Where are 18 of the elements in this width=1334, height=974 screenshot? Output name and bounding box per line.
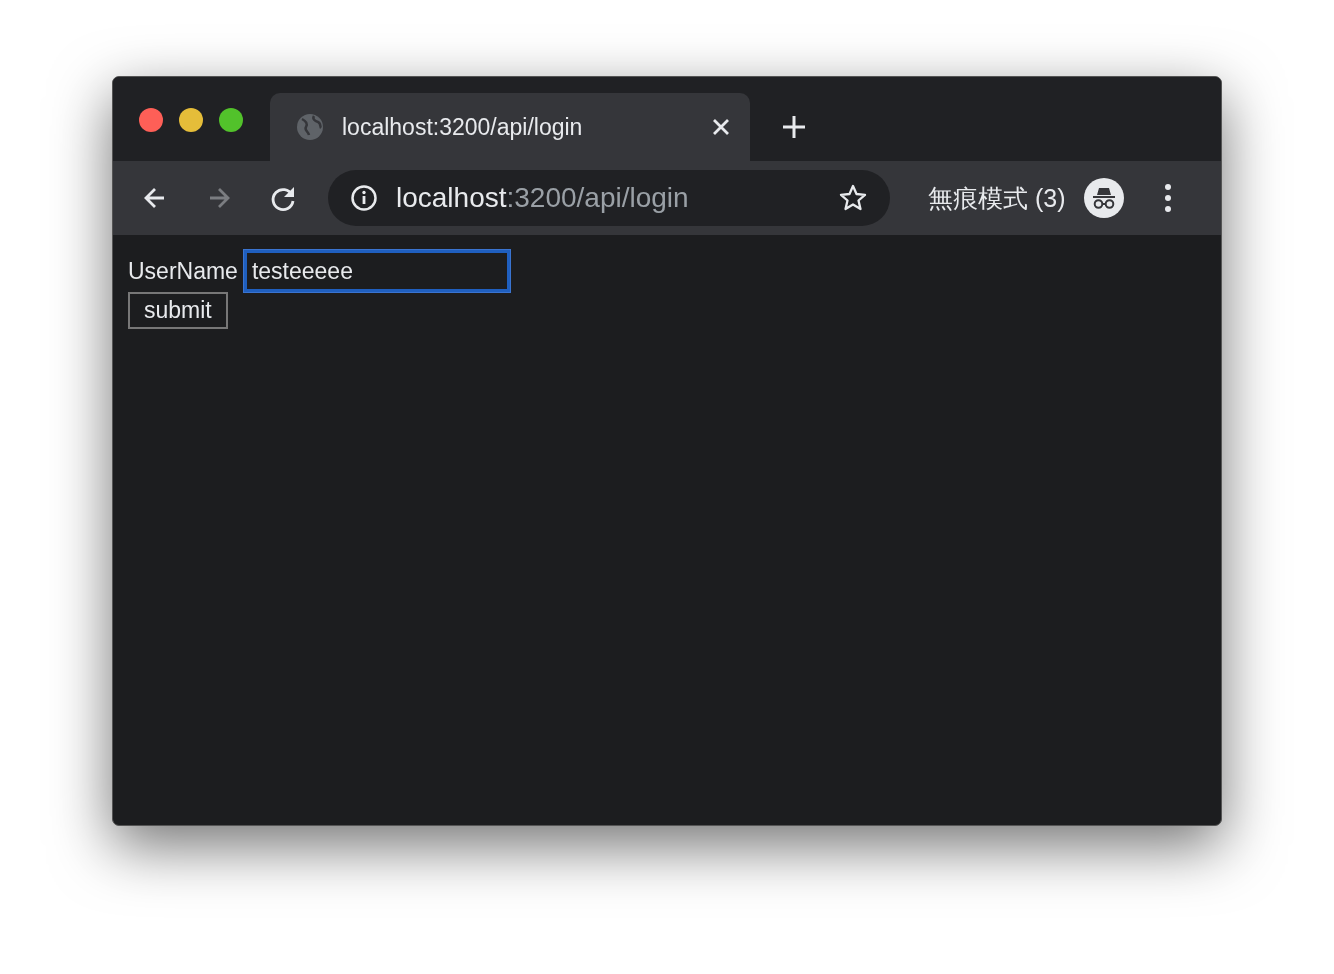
close-icon[interactable] <box>712 118 730 136</box>
minimize-window-button[interactable] <box>179 108 203 132</box>
address-bar[interactable]: localhost:3200/api/login <box>328 170 890 226</box>
browser-tab[interactable]: localhost:3200/api/login <box>270 93 750 161</box>
username-label: UserName <box>128 257 238 285</box>
star-icon[interactable] <box>838 183 868 213</box>
incognito-icon[interactable] <box>1083 178 1124 218</box>
username-field[interactable]: testeeeee <box>243 250 510 292</box>
zoom-window-button[interactable] <box>219 108 243 132</box>
incognito-label[interactable]: 無痕模式 (3) <box>928 181 1066 215</box>
menu-icon[interactable] <box>1163 183 1172 213</box>
globe-icon <box>296 113 324 141</box>
new-tab-icon[interactable] <box>781 114 807 140</box>
url-text: localhost:3200/api/login <box>396 182 690 214</box>
submit-button[interactable]: submit <box>128 292 228 329</box>
tab-title: localhost:3200/api/login <box>342 113 584 141</box>
close-window-button[interactable] <box>139 108 163 132</box>
info-icon[interactable] <box>350 184 378 212</box>
